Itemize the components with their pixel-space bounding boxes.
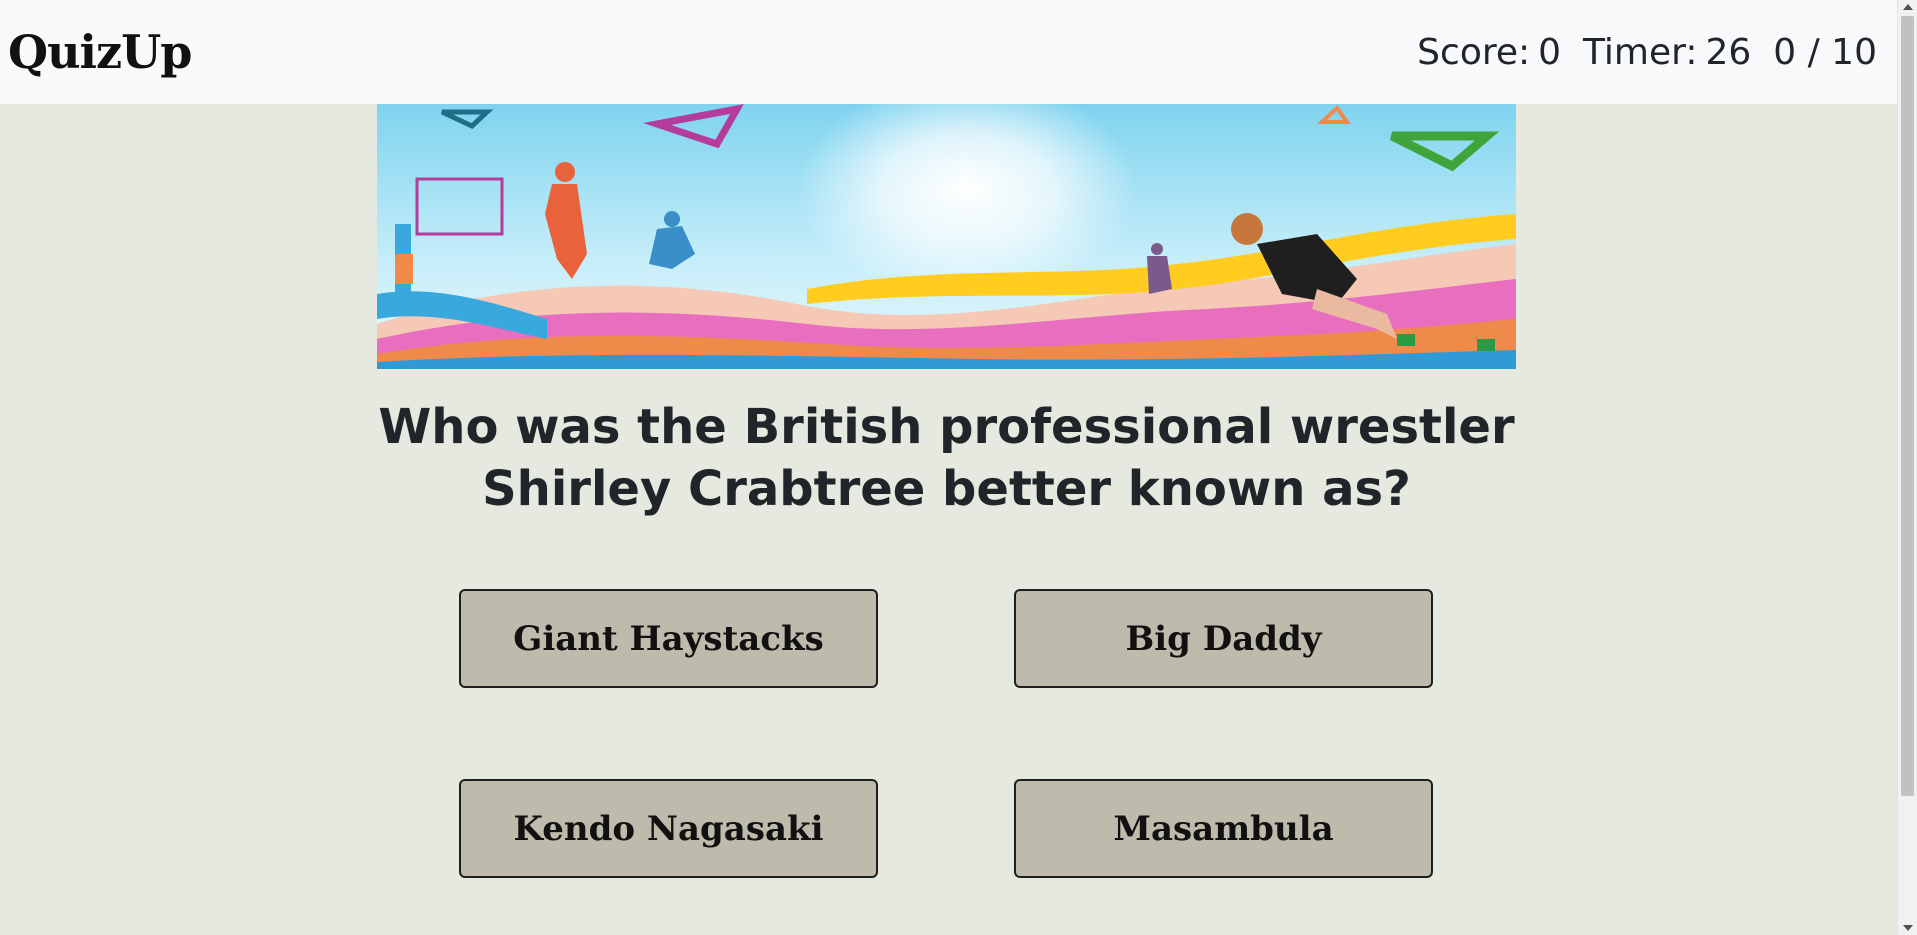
progress-value: 0 / 10 bbox=[1773, 31, 1877, 73]
scrollbar-thumb[interactable] bbox=[1901, 16, 1914, 796]
sports-banner-image bbox=[377, 104, 1516, 369]
score-value: 0 bbox=[1538, 31, 1562, 73]
answer-button-1[interactable]: Giant Haystacks bbox=[459, 589, 878, 688]
score-label: Score: bbox=[1417, 31, 1531, 73]
answer-button-3[interactable]: Kendo Nagasaki bbox=[459, 779, 878, 878]
timer-label: Timer: bbox=[1583, 31, 1698, 73]
quiz-page: QuizUp Score: 0 Timer: 26 0 / 10 Who was… bbox=[0, 0, 1917, 935]
question-progress: 0 / 10 bbox=[1773, 32, 1877, 73]
navbar: QuizUp Score: 0 Timer: 26 0 / 10 bbox=[0, 0, 1897, 104]
answer-button-2[interactable]: Big Daddy bbox=[1014, 589, 1433, 688]
timer-display: Timer: 26 bbox=[1583, 32, 1751, 73]
brand-logo[interactable]: QuizUp bbox=[8, 25, 192, 79]
timer-value: 26 bbox=[1705, 31, 1752, 73]
answer-button-4[interactable]: Masambula bbox=[1014, 779, 1433, 878]
scroll-down-arrow-icon[interactable] bbox=[1903, 925, 1913, 931]
vertical-scrollbar[interactable] bbox=[1897, 0, 1917, 935]
hud-stats: Score: 0 Timer: 26 0 / 10 bbox=[1417, 32, 1877, 73]
scroll-up-arrow-icon[interactable] bbox=[1903, 4, 1913, 10]
score-display: Score: 0 bbox=[1417, 32, 1561, 73]
question-text: Who was the British professional wrestle… bbox=[378, 399, 1515, 517]
